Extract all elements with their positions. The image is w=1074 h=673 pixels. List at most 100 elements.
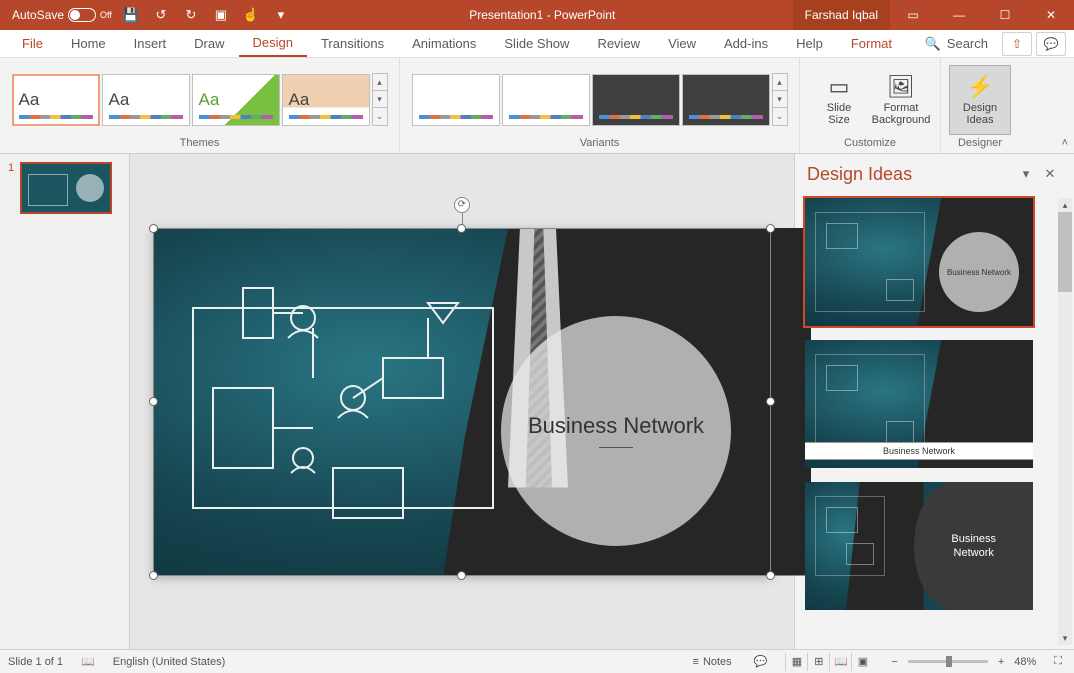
sorter-view-icon[interactable]: ⊞: [807, 653, 829, 671]
pane-close-icon[interactable]: ✕: [1038, 162, 1062, 186]
tab-slideshow[interactable]: Slide Show: [490, 30, 583, 57]
design-idea-2[interactable]: Business Network: [805, 340, 1033, 468]
design-idea-1[interactable]: Business Network: [805, 198, 1033, 326]
autosave-state: Off: [100, 10, 112, 20]
group-customize: ▭Slide Size 🖼Format Background Customize: [800, 58, 941, 153]
slide-main[interactable]: Business Network ⟳: [153, 228, 771, 576]
design-idea-3[interactable]: Business Network: [805, 482, 1033, 610]
resize-handle[interactable]: [766, 224, 775, 233]
gallery-up-icon[interactable]: ▴: [373, 74, 387, 91]
scrollbar-thumb[interactable]: [1058, 212, 1072, 292]
themes-gallery-spinner: ▴ ▾ ⌄: [372, 73, 388, 126]
slide-thumbnail-1[interactable]: [20, 162, 112, 214]
designer-label: Designer: [958, 137, 1002, 151]
theme-thumb-1[interactable]: Aa: [12, 74, 100, 126]
resize-handle[interactable]: [457, 224, 466, 233]
group-designer: ⚡Design Ideas Designer: [941, 58, 1019, 153]
tab-insert[interactable]: Insert: [120, 30, 181, 57]
slideshow-view-icon[interactable]: ▣: [851, 653, 873, 671]
tab-design[interactable]: Design: [239, 30, 307, 57]
design-ideas-button[interactable]: ⚡Design Ideas: [949, 65, 1011, 135]
format-background-icon: 🖼: [887, 74, 915, 100]
account-name[interactable]: Farshad Iqbal: [793, 0, 890, 30]
toggle-icon: [68, 8, 96, 22]
search-icon: 🔍: [925, 36, 941, 52]
customize-label: Customize: [844, 137, 896, 151]
themes-label: Themes: [180, 137, 220, 151]
notes-button[interactable]: ≡ Notes: [689, 656, 736, 668]
zoom-in-icon[interactable]: +: [994, 656, 1008, 668]
tab-animations[interactable]: Animations: [398, 30, 490, 57]
variant-thumb-1[interactable]: [412, 74, 500, 126]
touch-mode-icon[interactable]: ☝: [240, 4, 262, 26]
resize-handle[interactable]: [766, 397, 775, 406]
maximize-icon[interactable]: ☐: [982, 0, 1028, 30]
scroll-down-icon[interactable]: ▾: [1058, 631, 1072, 645]
slide-canvas[interactable]: Business Network ⟳: [130, 154, 794, 649]
rotate-handle-icon[interactable]: ⟳: [454, 197, 470, 213]
tab-file[interactable]: File: [8, 30, 57, 57]
gallery-more-icon[interactable]: ⌄: [373, 108, 387, 125]
theme-thumb-2[interactable]: Aa: [102, 74, 190, 126]
pane-options-icon[interactable]: ▾: [1014, 162, 1038, 186]
variants-gallery-spinner: ▴ ▾ ⌄: [772, 73, 788, 126]
zoom-slider[interactable]: [908, 660, 988, 663]
theme-thumb-3[interactable]: Aa: [192, 74, 280, 126]
tab-transitions[interactable]: Transitions: [307, 30, 398, 57]
language-status[interactable]: English (United States): [113, 656, 226, 668]
normal-view-icon[interactable]: ▦: [785, 653, 807, 671]
comments-button[interactable]: 💬: [1036, 32, 1066, 56]
fit-to-window-icon[interactable]: ⛶: [1050, 655, 1066, 668]
resize-handle[interactable]: [766, 571, 775, 580]
zoom-level[interactable]: 48%: [1014, 656, 1036, 668]
zoom-out-icon[interactable]: −: [887, 656, 901, 668]
qat-customize-icon[interactable]: ▾: [270, 4, 292, 26]
title-bar: AutoSave Off 💾 ↺ ↻ ▣ ☝ ▾ Presentation1 -…: [0, 0, 1074, 30]
share-button[interactable]: ⇧: [1002, 32, 1032, 56]
tab-view[interactable]: View: [654, 30, 710, 57]
minimize-icon[interactable]: —: [936, 0, 982, 30]
redo-icon[interactable]: ↻: [180, 4, 202, 26]
tab-review[interactable]: Review: [583, 30, 654, 57]
variants-label: Variants: [580, 137, 620, 151]
theme-thumb-4[interactable]: Aa: [282, 74, 370, 126]
collapse-ribbon-icon[interactable]: ˄: [1062, 137, 1068, 149]
reading-view-icon[interactable]: 📖: [829, 653, 851, 671]
tab-addins[interactable]: Add-ins: [710, 30, 782, 57]
variant-thumb-2[interactable]: [502, 74, 590, 126]
idea-text: Business Network: [914, 482, 1033, 610]
gallery-down-icon[interactable]: ▾: [373, 91, 387, 108]
undo-icon[interactable]: ↺: [150, 4, 172, 26]
tab-home[interactable]: Home: [57, 30, 120, 57]
search-box[interactable]: 🔍 Search: [915, 36, 998, 52]
slide-count[interactable]: Slide 1 of 1: [8, 656, 63, 668]
design-ideas-pane: Design Ideas ▾ ✕ Business Network Busine…: [794, 154, 1074, 649]
format-background-button[interactable]: 🖼Format Background: [870, 65, 932, 135]
resize-handle[interactable]: [149, 224, 158, 233]
start-from-beginning-icon[interactable]: ▣: [210, 4, 232, 26]
variant-thumb-3[interactable]: [592, 74, 680, 126]
variant-thumb-4[interactable]: [682, 74, 770, 126]
tab-format[interactable]: Format: [837, 30, 906, 57]
gallery-down-icon[interactable]: ▾: [773, 91, 787, 108]
idea-text: Business Network: [805, 442, 1033, 460]
gallery-more-icon[interactable]: ⌄: [773, 108, 787, 125]
spellcheck-icon[interactable]: 📖: [77, 655, 99, 668]
group-themes: Aa Aa Aa Aa ▴ ▾ ⌄ Themes: [0, 58, 400, 153]
scroll-up-icon[interactable]: ▴: [1058, 198, 1072, 212]
autosave-toggle[interactable]: AutoSave Off: [12, 8, 112, 22]
tab-help[interactable]: Help: [782, 30, 837, 57]
slide-size-button[interactable]: ▭Slide Size: [808, 65, 870, 135]
resize-handle[interactable]: [149, 397, 158, 406]
gallery-up-icon[interactable]: ▴: [773, 74, 787, 91]
comments-icon[interactable]: 💬: [750, 655, 772, 668]
design-ideas-list: Business Network Business Network Busine…: [795, 194, 1074, 649]
save-icon[interactable]: 💾: [120, 4, 142, 26]
image-selection-frame: ⟳: [153, 228, 771, 576]
resize-handle[interactable]: [149, 571, 158, 580]
main-area: 1: [0, 154, 1074, 649]
ribbon-display-icon[interactable]: ▭: [890, 0, 936, 30]
close-icon[interactable]: ✕: [1028, 0, 1074, 30]
resize-handle[interactable]: [457, 571, 466, 580]
tab-draw[interactable]: Draw: [180, 30, 238, 57]
